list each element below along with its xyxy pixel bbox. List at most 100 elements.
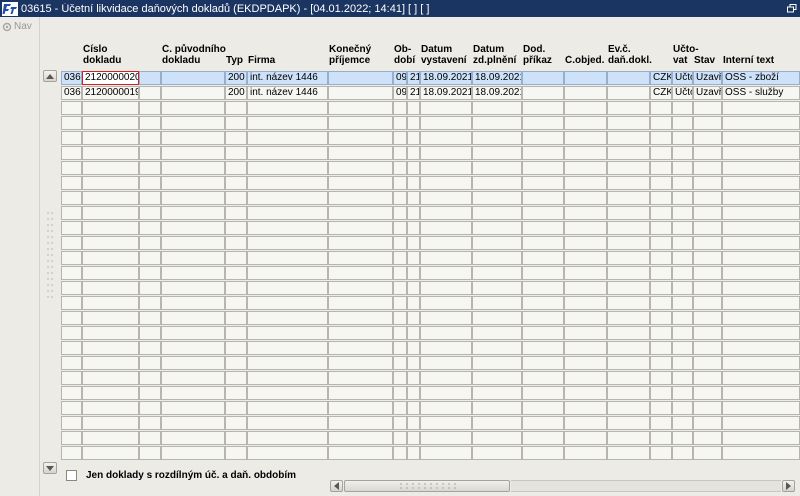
cell-interni-text[interactable] [722, 371, 800, 385]
cell-obdobi-mesic[interactable] [393, 161, 407, 175]
cell-datum-zd-plneni[interactable] [472, 296, 522, 310]
cell-uctovat[interactable] [672, 386, 693, 400]
cell-uctovat[interactable] [672, 311, 693, 325]
empty-table-row[interactable] [61, 101, 800, 116]
empty-table-row[interactable] [61, 311, 800, 326]
cell-firma[interactable] [247, 416, 328, 430]
cell-ev-c-dan-dokl[interactable] [607, 371, 650, 385]
cell-datum-zd-plneni[interactable] [472, 326, 522, 340]
cell-ev-c-dan-dokl[interactable] [607, 161, 650, 175]
cell-stav[interactable] [693, 176, 722, 190]
cell-extra[interactable] [139, 401, 161, 415]
cell-mena[interactable] [650, 161, 672, 175]
cell-mena[interactable] [650, 251, 672, 265]
cell-cislo-dokladu[interactable] [82, 431, 139, 445]
cell-konecny-prijemce[interactable] [328, 131, 393, 145]
cell-stav[interactable] [693, 296, 722, 310]
cell-extra[interactable] [139, 386, 161, 400]
cell-dod-prikaz[interactable] [522, 146, 564, 160]
cell-prefix[interactable] [61, 371, 82, 385]
cell-typ[interactable] [225, 281, 247, 295]
cell-stav[interactable] [693, 236, 722, 250]
cell-interni-text[interactable] [722, 341, 800, 355]
cell-prefix[interactable] [61, 206, 82, 220]
cell-c-objed[interactable] [564, 206, 607, 220]
cell-cislo-dokladu[interactable] [82, 206, 139, 220]
cell-interni-text[interactable] [722, 326, 800, 340]
cell-datum-vystaveni[interactable] [420, 146, 472, 160]
cell-interni-text[interactable] [722, 386, 800, 400]
cell-c-objed[interactable] [564, 386, 607, 400]
cell-obdobi-rok[interactable] [407, 266, 420, 280]
cell-stav[interactable] [693, 146, 722, 160]
cell-interni-text[interactable] [722, 356, 800, 370]
cell-datum-zd-plneni[interactable] [472, 266, 522, 280]
cell-firma[interactable] [247, 266, 328, 280]
cell-dod-prikaz[interactable] [522, 416, 564, 430]
header-obdobi[interactable]: Ob- dobí [394, 44, 418, 66]
cell-obdobi-rok[interactable] [407, 371, 420, 385]
cell-ev-c-dan-dokl[interactable] [607, 386, 650, 400]
cell-uctovat[interactable] [672, 176, 693, 190]
cell-datum-zd-plneni[interactable] [472, 236, 522, 250]
cell-puvodni-doklad[interactable] [161, 221, 225, 235]
cell-firma[interactable] [247, 236, 328, 250]
cell-c-objed[interactable] [564, 236, 607, 250]
cell-prefix[interactable]: 036 [61, 71, 82, 85]
cell-puvodni-doklad[interactable] [161, 281, 225, 295]
cell-c-objed[interactable] [564, 341, 607, 355]
cell-puvodni-doklad[interactable] [161, 341, 225, 355]
cell-extra[interactable] [139, 311, 161, 325]
empty-table-row[interactable] [61, 116, 800, 131]
cell-obdobi-rok[interactable] [407, 146, 420, 160]
cell-obdobi-mesic[interactable] [393, 356, 407, 370]
cell-puvodni-doklad[interactable] [161, 446, 225, 460]
cell-konecny-prijemce[interactable] [328, 431, 393, 445]
cell-konecny-prijemce[interactable] [328, 71, 393, 85]
cell-extra[interactable] [139, 176, 161, 190]
cell-obdobi-mesic[interactable] [393, 206, 407, 220]
cell-datum-vystaveni[interactable] [420, 281, 472, 295]
table-row[interactable]: 0362120000020200int. název 1446092118.09… [61, 71, 800, 86]
cell-c-objed[interactable] [564, 71, 607, 85]
cell-puvodni-doklad[interactable] [161, 401, 225, 415]
cell-datum-zd-plneni[interactable] [472, 341, 522, 355]
cell-obdobi-mesic[interactable] [393, 101, 407, 115]
cell-c-objed[interactable] [564, 146, 607, 160]
cell-c-objed[interactable] [564, 281, 607, 295]
cell-puvodni-doklad[interactable] [161, 236, 225, 250]
cell-datum-zd-plneni[interactable] [472, 176, 522, 190]
cell-c-objed[interactable] [564, 296, 607, 310]
cell-obdobi-rok[interactable]: 21 [407, 86, 420, 100]
cell-puvodni-doklad[interactable] [161, 116, 225, 130]
scroll-left-button[interactable] [330, 480, 343, 492]
cell-c-objed[interactable] [564, 86, 607, 100]
cell-prefix[interactable] [61, 191, 82, 205]
cell-firma[interactable] [247, 341, 328, 355]
cell-prefix[interactable] [61, 341, 82, 355]
cell-mena[interactable] [650, 191, 672, 205]
cell-c-objed[interactable] [564, 176, 607, 190]
cell-extra[interactable] [139, 116, 161, 130]
cell-c-objed[interactable] [564, 446, 607, 460]
cell-datum-vystaveni[interactable] [420, 431, 472, 445]
cell-obdobi-mesic[interactable] [393, 281, 407, 295]
cell-mena[interactable] [650, 386, 672, 400]
cell-konecny-prijemce[interactable] [328, 146, 393, 160]
cell-datum-vystaveni[interactable] [420, 341, 472, 355]
cell-interni-text[interactable] [722, 176, 800, 190]
cell-dod-prikaz[interactable] [522, 116, 564, 130]
cell-cislo-dokladu[interactable] [82, 281, 139, 295]
cell-obdobi-rok[interactable] [407, 161, 420, 175]
cell-cislo-dokladu[interactable] [82, 266, 139, 280]
cell-cislo-dokladu[interactable] [82, 356, 139, 370]
cell-obdobi-rok[interactable] [407, 386, 420, 400]
cell-typ[interactable] [225, 326, 247, 340]
cell-obdobi-rok[interactable] [407, 236, 420, 250]
cell-cislo-dokladu[interactable] [82, 251, 139, 265]
cell-c-objed[interactable] [564, 221, 607, 235]
cell-puvodni-doklad[interactable] [161, 371, 225, 385]
cell-mena[interactable] [650, 446, 672, 460]
cell-prefix[interactable] [61, 326, 82, 340]
cell-c-objed[interactable] [564, 266, 607, 280]
